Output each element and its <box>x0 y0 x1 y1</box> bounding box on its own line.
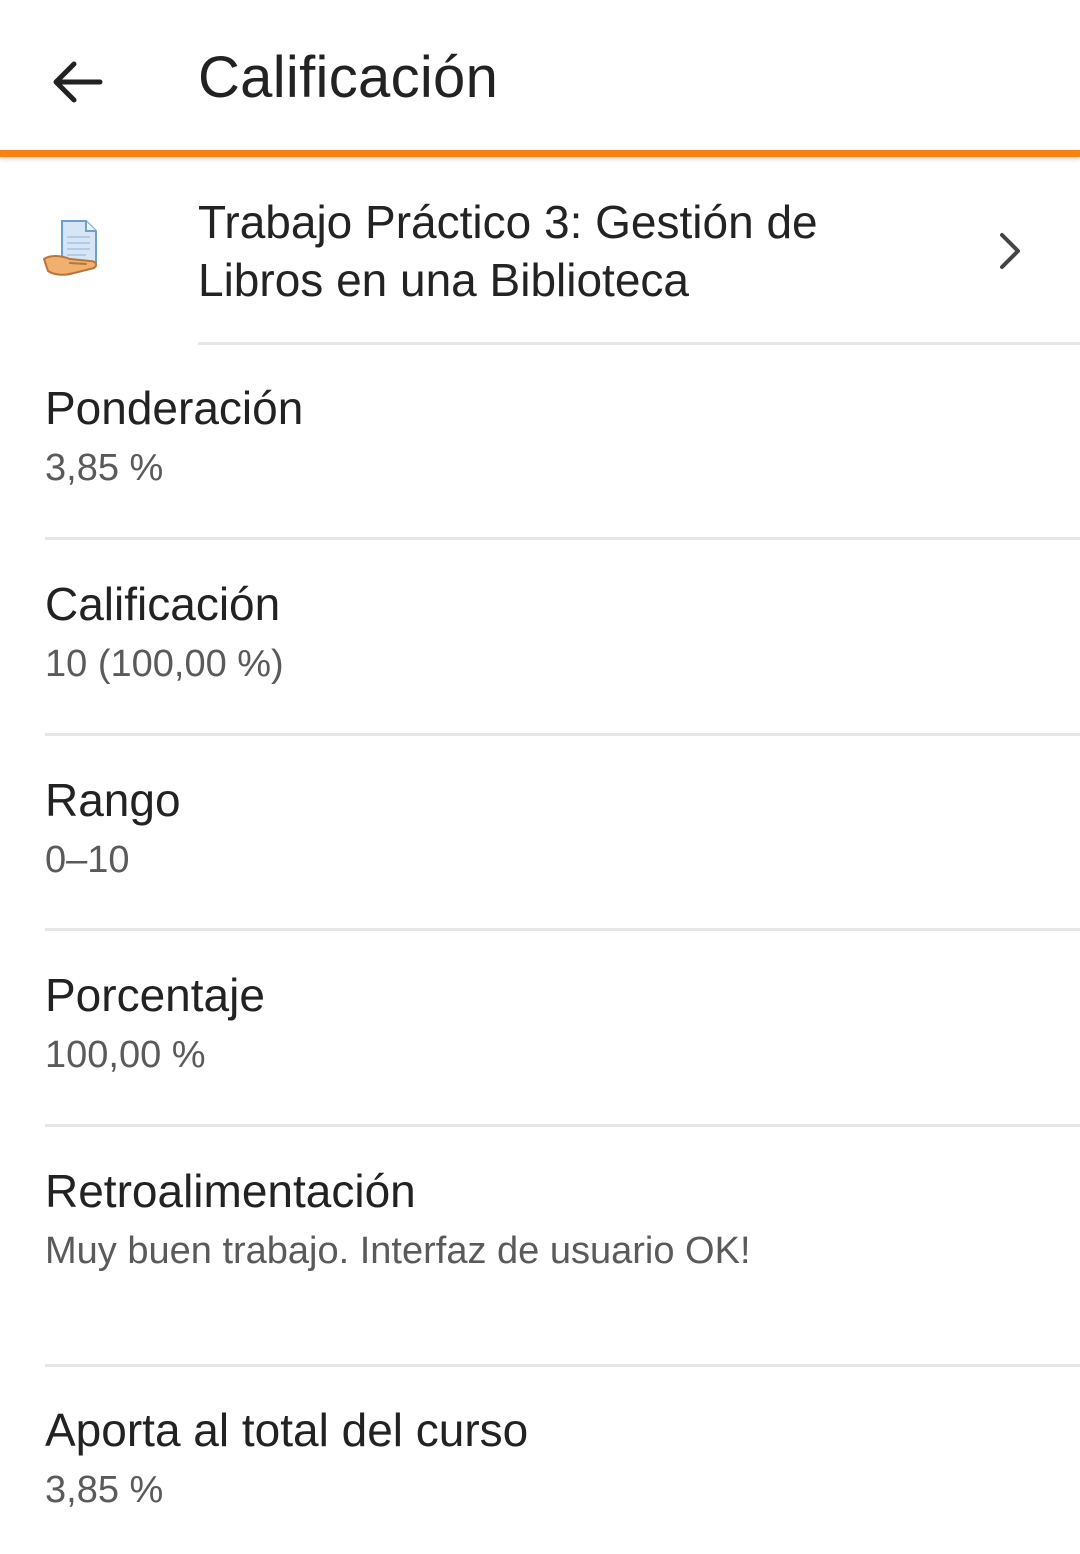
detail-value: 3,85 % <box>45 1469 164 1511</box>
chevron-right-icon <box>1000 233 1020 269</box>
page-title: Calificación <box>198 45 499 110</box>
detail-retroalimentacion: Retroalimentación Muy buen trabajo. Inte… <box>45 1163 1080 1275</box>
divider <box>45 733 1080 736</box>
detail-porcentaje: Porcentaje 100,00 % <box>45 967 1080 1079</box>
divider <box>45 1364 1080 1367</box>
detail-value: 0–10 <box>45 839 130 881</box>
divider <box>45 1124 1080 1127</box>
detail-label: Rango <box>45 774 181 826</box>
detail-label: Aporta al total del curso <box>45 1404 529 1456</box>
activity-link[interactable]: Trabajo Práctico 3: Gestión de Libros en… <box>0 175 1080 345</box>
activity-title: Trabajo Práctico 3: Gestión de Libros en… <box>198 196 818 306</box>
divider <box>198 342 1080 345</box>
detail-label: Retroalimentación <box>45 1165 416 1217</box>
detail-calificacion: Calificación 10 (100,00 %) <box>45 576 1080 688</box>
detail-aporte: Aporta al total del curso 3,85 % <box>45 1402 1080 1514</box>
detail-label: Calificación <box>45 578 281 630</box>
detail-label: Ponderación <box>45 382 304 434</box>
app-bar: Calificación <box>0 0 1080 150</box>
header-accent-line <box>0 150 1080 157</box>
detail-ponderacion: Ponderación 3,85 % <box>45 380 1080 492</box>
divider <box>45 537 1080 540</box>
arrow-left-icon <box>53 61 103 103</box>
assignment-icon <box>43 220 98 276</box>
detail-value: 10 (100,00 %) <box>45 643 284 685</box>
detail-rango: Rango 0–10 <box>45 772 1080 884</box>
divider <box>45 928 1080 931</box>
detail-value: 3,85 % <box>45 447 164 489</box>
detail-label: Porcentaje <box>45 969 265 1021</box>
back-button[interactable] <box>36 42 116 122</box>
detail-value: 100,00 % <box>45 1034 206 1076</box>
feedback-text: Muy buen trabajo. Interfaz de usuario OK… <box>45 1230 751 1272</box>
